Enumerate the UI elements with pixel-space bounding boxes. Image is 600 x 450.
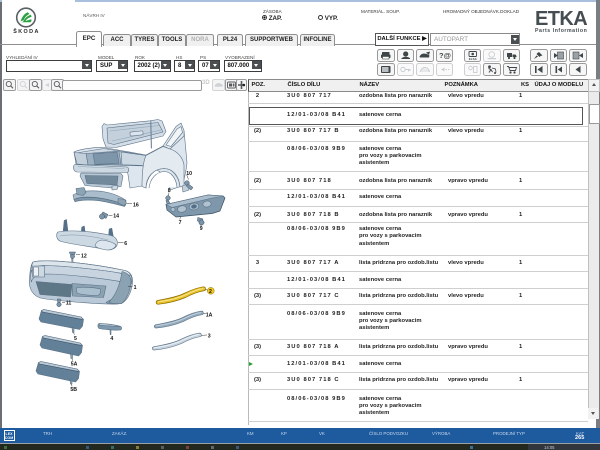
svg-text:2: 2: [209, 289, 212, 295]
svg-text:8: 8: [168, 188, 171, 194]
svg-text:9: 9: [200, 226, 203, 232]
svg-text:4: 4: [110, 336, 113, 342]
svg-text:ELSA: ELSA: [468, 57, 477, 61]
svg-text:5: 5: [74, 336, 77, 342]
svg-text:12: 12: [81, 253, 87, 259]
svg-text:3: 3: [208, 334, 211, 340]
svg-text:1: 1: [134, 285, 137, 291]
svg-text:11: 11: [66, 300, 72, 306]
svg-text:14: 14: [113, 213, 119, 219]
svg-text:5B: 5B: [70, 387, 77, 393]
svg-text:1A: 1A: [206, 312, 213, 318]
svg-text:?@: ?@: [439, 51, 451, 60]
svg-text:7: 7: [179, 220, 182, 226]
svg-text:10: 10: [186, 171, 192, 177]
svg-text:5A: 5A: [71, 361, 78, 367]
svg-text:6: 6: [124, 241, 127, 247]
svg-text:16: 16: [133, 202, 139, 208]
